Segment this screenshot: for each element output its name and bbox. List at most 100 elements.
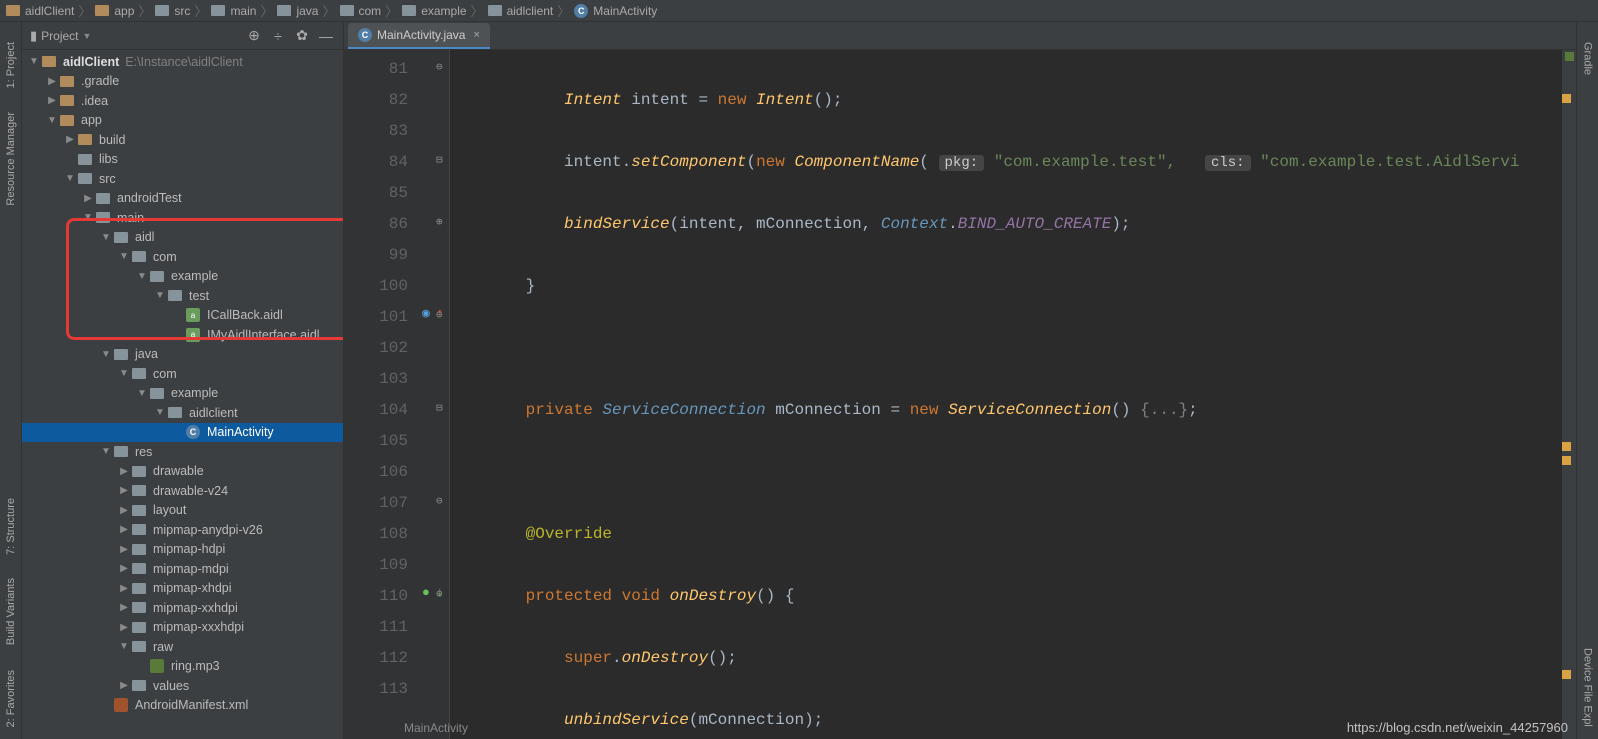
structure-tab[interactable]: 7: Structure	[3, 490, 19, 563]
expand-arrow-icon[interactable]	[116, 641, 132, 652]
tree-item[interactable]: mipmap-xhdpi	[22, 579, 343, 599]
expand-arrow-icon[interactable]	[116, 622, 132, 633]
expand-arrow-icon[interactable]	[116, 251, 132, 262]
tree-item[interactable]: mipmap-xxhdpi	[22, 598, 343, 618]
folder-icon	[132, 505, 146, 516]
project-tree[interactable]: aidlClientE:\Instance\aidlClient.gradle.…	[22, 50, 343, 739]
folder-icon	[150, 388, 164, 399]
tree-item[interactable]: aidlclient	[22, 403, 343, 423]
tree-item[interactable]: mipmap-hdpi	[22, 540, 343, 560]
expand-arrow-icon[interactable]	[116, 563, 132, 574]
resource-manager-tab[interactable]: Resource Manager	[3, 104, 19, 214]
expand-arrow-icon[interactable]	[80, 193, 96, 204]
project-tool-tab[interactable]: 1: Project	[3, 34, 19, 96]
tree-item[interactable]: .gradle	[22, 72, 343, 92]
xml-file-icon	[114, 698, 128, 712]
breadcrumb-item[interactable]: example	[402, 4, 466, 18]
gradle-tab[interactable]: Gradle	[1580, 34, 1596, 83]
breadcrumb-item[interactable]: CMainActivity	[574, 4, 657, 18]
expand-arrow-icon[interactable]	[116, 602, 132, 613]
line-number: 110	[344, 581, 408, 612]
breadcrumb-item[interactable]: aidlClient	[6, 4, 74, 18]
tree-item[interactable]: java	[22, 345, 343, 365]
tree-item[interactable]: mipmap-xxxhdpi	[22, 618, 343, 638]
tree-item[interactable]: example	[22, 384, 343, 404]
code-content[interactable]: Intent intent = new Intent(); intent.set…	[450, 50, 1562, 739]
line-number: 103	[344, 364, 408, 395]
tree-item[interactable]: com	[22, 247, 343, 267]
folder-icon	[402, 5, 416, 16]
scrollbar-strip[interactable]	[1562, 50, 1576, 739]
tree-item[interactable]: com	[22, 364, 343, 384]
expand-arrow-icon[interactable]	[62, 134, 78, 145]
expand-arrow-icon[interactable]	[116, 680, 132, 691]
expand-arrow-icon[interactable]	[134, 388, 150, 399]
expand-arrow-icon[interactable]	[44, 95, 60, 106]
settings-icon[interactable]: ✿	[293, 27, 311, 45]
expand-arrow-icon[interactable]	[116, 544, 132, 555]
tree-item[interactable]: res	[22, 442, 343, 462]
tree-item[interactable]: drawable-v24	[22, 481, 343, 501]
tree-item[interactable]: main	[22, 208, 343, 228]
expand-arrow-icon[interactable]	[152, 290, 168, 301]
tree-item[interactable]: drawable	[22, 462, 343, 482]
tree-item[interactable]: .idea	[22, 91, 343, 111]
expand-arrow-icon[interactable]	[80, 212, 96, 223]
expand-arrow-icon[interactable]	[116, 505, 132, 516]
tree-item[interactable]: app	[22, 111, 343, 131]
tree-item[interactable]: mipmap-anydpi-v26	[22, 520, 343, 540]
tree-item[interactable]: aIMyAidlInterface.aidl	[22, 325, 343, 345]
expand-arrow-icon[interactable]	[116, 466, 132, 477]
expand-arrow-icon[interactable]	[116, 485, 132, 496]
build-variants-tab[interactable]: Build Variants	[3, 570, 19, 653]
folder-icon	[78, 173, 92, 184]
breadcrumb-item[interactable]: main	[211, 4, 256, 18]
breadcrumb-item[interactable]: java	[277, 4, 318, 18]
device-explorer-tab[interactable]: Device File Expl	[1580, 640, 1596, 735]
tree-item[interactable]: layout	[22, 501, 343, 521]
tree-item[interactable]: values	[22, 676, 343, 696]
locate-icon[interactable]: ⊕	[245, 27, 263, 45]
tree-item[interactable]: src	[22, 169, 343, 189]
tree-item[interactable]: androidTest	[22, 189, 343, 209]
close-tab-icon[interactable]: ×	[473, 29, 479, 41]
folder-icon	[168, 407, 182, 418]
tree-item[interactable]: test	[22, 286, 343, 306]
line-number: 107	[344, 488, 408, 519]
expand-arrow-icon[interactable]	[152, 407, 168, 418]
tree-item[interactable]: example	[22, 267, 343, 287]
expand-arrow-icon[interactable]	[44, 76, 60, 87]
expand-arrow-icon[interactable]	[62, 173, 78, 184]
expand-arrow-icon[interactable]	[116, 368, 132, 379]
tree-item[interactable]: build	[22, 130, 343, 150]
breadcrumb-item[interactable]: app	[95, 4, 134, 18]
editor-status-bar: MainActivity	[344, 721, 468, 739]
expand-arrow-icon[interactable]	[116, 524, 132, 535]
tree-item[interactable]: aICallBack.aidl	[22, 306, 343, 326]
tree-item[interactable]: libs	[22, 150, 343, 170]
collapse-icon[interactable]: ÷	[269, 27, 287, 45]
breadcrumb-item[interactable]: src	[155, 4, 190, 18]
tab-label: MainActivity.java	[377, 28, 465, 42]
favorites-tab[interactable]: 2: Favorites	[3, 662, 19, 735]
tree-item[interactable]: ring.mp3	[22, 657, 343, 677]
file-tab[interactable]: C MainActivity.java ×	[348, 23, 490, 49]
expand-arrow-icon[interactable]	[98, 349, 114, 360]
expand-arrow-icon[interactable]	[98, 446, 114, 457]
tree-item[interactable]: raw	[22, 637, 343, 657]
code-editor[interactable]: 8182838485869910010110210310410510610710…	[344, 50, 1576, 739]
hide-icon[interactable]: —	[317, 27, 335, 45]
tree-item[interactable]: AndroidManifest.xml	[22, 696, 343, 716]
tree-item[interactable]: CMainActivity	[22, 423, 343, 443]
expand-arrow-icon[interactable]	[98, 232, 114, 243]
breadcrumb-item[interactable]: com	[340, 4, 382, 18]
expand-arrow-icon[interactable]	[134, 271, 150, 282]
tree-root[interactable]: aidlClientE:\Instance\aidlClient	[22, 52, 343, 72]
breadcrumb-item[interactable]: aidlclient	[488, 4, 554, 18]
tree-item[interactable]: mipmap-mdpi	[22, 559, 343, 579]
expand-arrow-icon[interactable]	[116, 583, 132, 594]
line-number: 85	[344, 178, 408, 209]
expand-arrow-icon[interactable]	[44, 115, 60, 126]
line-number: 86	[344, 209, 408, 240]
tree-item[interactable]: aidl	[22, 228, 343, 248]
